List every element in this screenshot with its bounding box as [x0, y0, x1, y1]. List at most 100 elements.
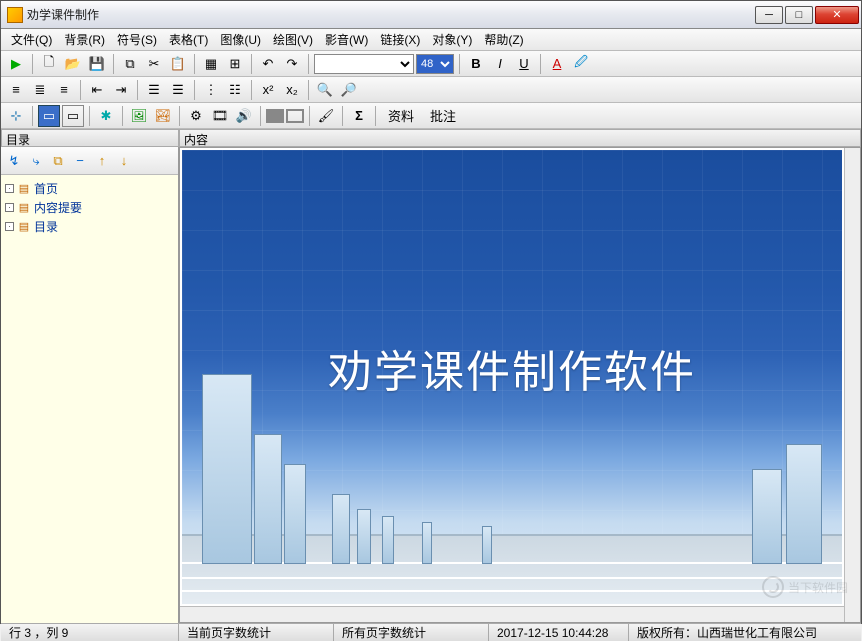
grid-icon[interactable]: ▦ — [200, 53, 222, 75]
outline-tree: · ▤ 首页 · ▤ 内容提要 · ▤ 目录 — [1, 175, 178, 623]
undo-icon[interactable]: ↶ — [257, 53, 279, 75]
cut-icon[interactable]: ✂ — [143, 53, 165, 75]
menu-file[interactable]: 文件(Q) — [5, 29, 58, 50]
add-child-icon[interactable]: ⤷ — [27, 152, 45, 170]
move-down-icon[interactable]: ↓ — [115, 152, 133, 170]
menu-image[interactable]: 图像(U) — [214, 29, 267, 50]
sidebar-header: 目录 — [1, 129, 179, 147]
open-icon[interactable]: 📂 — [62, 53, 84, 75]
brush-icon[interactable]: 🖌 — [315, 105, 337, 127]
play-icon[interactable]: ▶ — [5, 53, 27, 75]
save-icon[interactable]: 💾 — [86, 53, 108, 75]
tool-1-icon[interactable]: ⚙ — [185, 105, 207, 127]
slide: 劝学课件制作软件 — [182, 150, 842, 604]
font-select[interactable] — [314, 54, 414, 74]
line-spacing-2-icon[interactable]: ☰ — [167, 79, 189, 101]
copy-icon[interactable]: ⧉ — [119, 53, 141, 75]
sidebar-toolbar: ↯ ⤷ ⧉ − ↑ ↓ — [1, 147, 178, 175]
add-node-icon[interactable]: ↯ — [5, 152, 23, 170]
list-tree-icon[interactable]: ⋮ — [200, 79, 222, 101]
font-size-select[interactable]: 48 — [416, 54, 454, 74]
window-controls: ─ □ ✕ — [755, 6, 859, 24]
image-icon[interactable]: 🖼 — [128, 105, 150, 127]
redo-icon[interactable]: ↷ — [281, 53, 303, 75]
photo-icon[interactable]: 🏞 — [152, 105, 174, 127]
underline-icon[interactable]: U — [513, 53, 535, 75]
tree-item-summary[interactable]: · ▤ 内容提要 — [3, 198, 176, 217]
film-icon[interactable]: 🎞 — [209, 105, 231, 127]
delete-node-icon[interactable]: − — [71, 152, 89, 170]
find-icon[interactable]: 🔍 — [314, 79, 336, 101]
menu-help[interactable]: 帮助(Z) — [478, 29, 529, 50]
subscript-icon[interactable]: x₂ — [281, 79, 303, 101]
page-blue-icon[interactable]: ▭ — [38, 105, 60, 127]
status-current-page[interactable]: 当前页字数统计 — [179, 624, 334, 641]
maximize-button[interactable]: □ — [785, 6, 813, 24]
content-panel: 劝学课件制作软件 当下软件园 — [179, 147, 861, 623]
indent-decrease-icon[interactable]: ⇤ — [86, 79, 108, 101]
minimize-button[interactable]: ─ — [755, 6, 783, 24]
toolbar-main: ▶ 🗋 📂 💾 ⧉ ✂ 📋 ▦ ⊞ ↶ ↷ 48 B I U A 🖉 — [1, 51, 861, 77]
menu-symbol[interactable]: 符号(S) — [111, 29, 163, 50]
italic-icon[interactable]: I — [489, 53, 511, 75]
rect-outline-icon[interactable] — [286, 109, 304, 123]
tree-label: 目录 — [34, 218, 58, 235]
tree-node-icon[interactable]: ⊹ — [5, 105, 27, 127]
pizhu-button[interactable]: 批注 — [423, 105, 463, 127]
page-white-icon[interactable]: ▭ — [62, 105, 84, 127]
slide-illustration — [182, 424, 842, 604]
star-icon[interactable]: ✱ — [95, 105, 117, 127]
menu-background[interactable]: 背景(R) — [58, 29, 111, 50]
expand-icon[interactable]: · — [5, 184, 14, 193]
paste-icon[interactable]: 📋 — [167, 53, 189, 75]
status-cursor: 行 3 ，列 9 — [1, 624, 179, 641]
vertical-scrollbar[interactable] — [844, 148, 860, 622]
font-color-icon[interactable]: A — [546, 53, 568, 75]
list-bullet-icon[interactable]: ☷ — [224, 79, 246, 101]
app-icon — [7, 7, 23, 23]
superscript-icon[interactable]: x² — [257, 79, 279, 101]
sidebar: ↯ ⤷ ⧉ − ↑ ↓ · ▤ 首页 · ▤ 内容提要 · ▤ 目录 — [1, 147, 179, 623]
replace-icon[interactable]: 🔎 — [338, 79, 360, 101]
status-all-pages[interactable]: 所有页字数统计 — [334, 624, 489, 641]
content-header: 内容 — [179, 129, 861, 147]
expand-icon[interactable]: · — [5, 222, 14, 231]
menu-media[interactable]: 影音(W) — [319, 29, 374, 50]
toolbar-format: ≡ ≣ ≡ ⇤ ⇥ ☰ ☰ ⋮ ☷ x² x₂ 🔍 🔎 — [1, 77, 861, 103]
toolbar-insert: ⊹ ▭ ▭ ✱ 🖼 🏞 ⚙ 🎞 🔊 🖌 Σ 资料 批注 — [1, 103, 861, 129]
duplicate-icon[interactable]: ⧉ — [49, 152, 67, 170]
move-up-icon[interactable]: ↑ — [93, 152, 111, 170]
ruler-icon[interactable]: ⊞ — [224, 53, 246, 75]
tree-label: 内容提要 — [34, 199, 82, 216]
rect-fill-icon[interactable] — [266, 109, 284, 123]
align-left-icon[interactable]: ≡ — [5, 79, 27, 101]
titlebar: 劝学课件制作 ─ □ ✕ — [1, 1, 861, 29]
line-spacing-1-icon[interactable]: ☰ — [143, 79, 165, 101]
indent-increase-icon[interactable]: ⇥ — [110, 79, 132, 101]
horizontal-scrollbar[interactable] — [180, 606, 844, 622]
align-center-icon[interactable]: ≣ — [29, 79, 51, 101]
menu-draw[interactable]: 绘图(V) — [267, 29, 319, 50]
canvas[interactable]: 劝学课件制作软件 当下软件园 — [179, 147, 861, 623]
ziliao-button[interactable]: 资料 — [381, 105, 421, 127]
new-icon[interactable]: 🗋 — [38, 53, 60, 75]
sound-icon[interactable]: 🔊 — [233, 105, 255, 127]
highlight-icon[interactable]: 🖉 — [570, 53, 592, 75]
page-icon: ▤ — [18, 183, 30, 195]
page-icon: ▤ — [18, 221, 30, 233]
sigma-icon[interactable]: Σ — [348, 105, 370, 127]
window-title: 劝学课件制作 — [27, 6, 755, 23]
close-button[interactable]: ✕ — [815, 6, 859, 24]
align-right-icon[interactable]: ≡ — [53, 79, 75, 101]
tree-item-home[interactable]: · ▤ 首页 — [3, 179, 176, 198]
menu-table[interactable]: 表格(T) — [163, 29, 214, 50]
status-datetime: 2017-12-15 10:44:28 — [489, 624, 629, 641]
tree-item-toc[interactable]: · ▤ 目录 — [3, 217, 176, 236]
expand-icon[interactable]: · — [5, 203, 14, 212]
tree-label: 首页 — [34, 180, 58, 197]
menu-object[interactable]: 对象(Y) — [426, 29, 478, 50]
bold-icon[interactable]: B — [465, 53, 487, 75]
menu-link[interactable]: 链接(X) — [374, 29, 426, 50]
page-icon: ▤ — [18, 202, 30, 214]
slide-title: 劝学课件制作软件 — [182, 336, 842, 400]
